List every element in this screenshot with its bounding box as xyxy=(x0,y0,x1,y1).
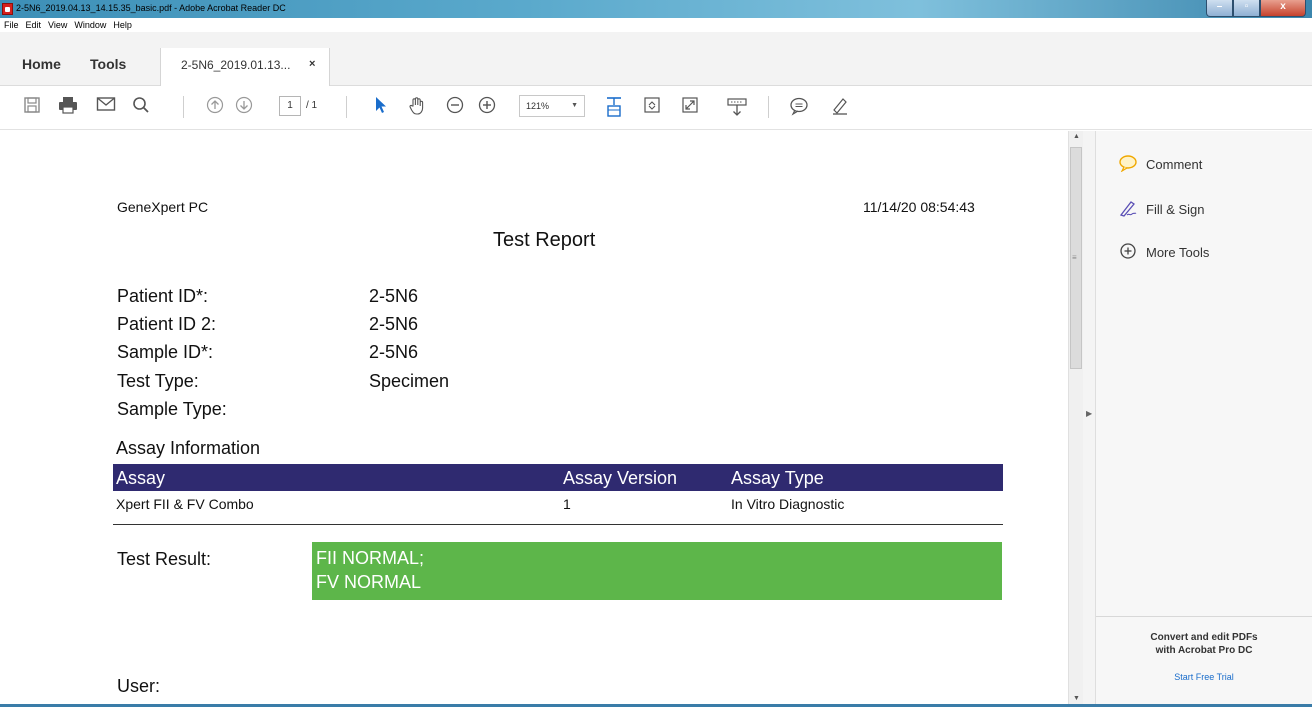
next-page-icon[interactable] xyxy=(233,96,255,118)
field-label: Sample ID*: xyxy=(117,342,214,362)
rotate-view-icon[interactable] xyxy=(641,96,663,118)
assay-col-header: Assay xyxy=(116,468,166,488)
minimize-icon: – xyxy=(1216,1,1223,12)
assay-table-header: Assay Assay Version Assay Type xyxy=(113,464,1003,491)
zoom-select[interactable]: 121% ▼ xyxy=(519,95,585,117)
tools-pane: Comment Fill & Sign More Tools Convert a… xyxy=(1096,131,1312,704)
assay-section-title: Assay Information xyxy=(116,438,261,458)
toolbar-separator xyxy=(768,96,769,118)
menu-bar: File Edit View Window Help xyxy=(0,18,1312,32)
scroll-grip-icon: ≡ xyxy=(1072,253,1077,262)
close-tab-icon[interactable]: × xyxy=(309,58,315,70)
maximize-icon: ▫ xyxy=(1244,1,1249,12)
field-label: Test Type: xyxy=(117,371,199,391)
pdf-page: GeneXpert PC 11/14/20 08:54:43 Test Repo… xyxy=(0,131,1068,704)
email-icon[interactable] xyxy=(95,96,117,118)
full-screen-icon[interactable] xyxy=(679,96,701,118)
pane-item-more-tools[interactable]: More Tools xyxy=(1118,241,1209,263)
acrobat-app-icon xyxy=(2,3,13,15)
chevron-down-icon: ▼ xyxy=(571,102,578,109)
field-value: 2-5N6 xyxy=(369,286,419,306)
pane-item-fill-sign[interactable]: Fill & Sign xyxy=(1118,198,1205,220)
scroll-down-icon[interactable]: ▼ xyxy=(1073,695,1080,702)
maximize-button[interactable]: ▫ xyxy=(1233,0,1260,17)
title-bar: 2-5N6_2019.04.13_14.15.35_basic.pdf - Ad… xyxy=(0,0,1312,18)
tab-document-label: 2-5N6_2019.01.13... xyxy=(181,58,291,72)
vertical-scrollbar[interactable]: ▲ ≡ ▼ xyxy=(1068,131,1083,704)
highlight-pen-icon[interactable] xyxy=(829,96,851,118)
hand-tool-icon[interactable] xyxy=(406,96,428,118)
pane-item-label: More Tools xyxy=(1146,244,1210,260)
table-divider xyxy=(113,524,1003,525)
field-label: Patient ID 2: xyxy=(117,314,217,334)
toolbar xyxy=(0,86,1312,130)
user-label: User: xyxy=(117,676,161,696)
field-label: Patient ID*: xyxy=(117,286,209,306)
start-free-trial-link[interactable]: Start Free Trial xyxy=(1096,672,1312,682)
promo-line-2: with Acrobat Pro DC xyxy=(1155,645,1253,656)
header-timestamp: 11/14/20 08:54:43 xyxy=(863,199,975,215)
close-icon: x xyxy=(1280,1,1286,12)
zoom-value: 121% xyxy=(526,101,550,111)
assay-cell: Xpert FII & FV Combo xyxy=(116,496,254,512)
promo-text: Convert and edit PDFs with Acrobat Pro D… xyxy=(1096,631,1312,657)
result-label: Test Result: xyxy=(117,549,212,569)
select-cursor-icon[interactable] xyxy=(370,96,392,118)
upgrade-promo: Convert and edit PDFs with Acrobat Pro D… xyxy=(1096,616,1312,704)
field-label: Sample Type: xyxy=(117,399,227,419)
tab-tools[interactable]: Tools xyxy=(90,56,126,72)
toolbar-separator xyxy=(346,96,347,118)
window-title: 2-5N6_2019.04.13_14.15.35_basic.pdf - Ad… xyxy=(16,3,286,13)
document-view: GeneXpert PC 11/14/20 08:54:43 Test Repo… xyxy=(0,131,1068,704)
menu-window[interactable]: Window xyxy=(70,18,109,32)
page-number-input[interactable]: 1 xyxy=(279,96,301,116)
toolbar-separator xyxy=(183,96,184,118)
keyboard-scroll-icon[interactable] xyxy=(726,96,748,118)
promo-line-1: Convert and edit PDFs xyxy=(1150,632,1258,643)
assay-col-header: Assay Type xyxy=(731,468,824,488)
window-controls: – ▫ x xyxy=(1206,0,1306,17)
comment-icon[interactable] xyxy=(788,96,810,118)
menu-help[interactable]: Help xyxy=(109,18,135,32)
minimize-button[interactable]: – xyxy=(1206,0,1233,17)
collapse-right-panel-icon[interactable]: ▶ xyxy=(1086,409,1092,418)
close-button[interactable]: x xyxy=(1260,0,1306,17)
fit-page-icon[interactable] xyxy=(603,96,625,118)
zoom-in-icon[interactable] xyxy=(476,96,498,118)
search-icon[interactable] xyxy=(130,96,152,118)
menu-file[interactable]: File xyxy=(0,18,22,32)
header-left: GeneXpert PC xyxy=(117,199,209,215)
pane-item-label: Comment xyxy=(1146,156,1203,172)
comment-icon xyxy=(1118,154,1138,175)
pane-item-comment[interactable]: Comment xyxy=(1118,153,1202,175)
page-total: / 1 xyxy=(306,100,318,111)
print-icon[interactable] xyxy=(57,96,79,118)
tabs-bar: Home Tools 2-5N6_2019.01.13... × xyxy=(0,32,1312,86)
add-circle-icon xyxy=(1118,242,1138,263)
save-icon[interactable] xyxy=(21,96,43,118)
assay-col-header: Assay Version xyxy=(563,468,678,488)
assay-cell: In Vitro Diagnostic xyxy=(731,496,845,512)
right-panel-toggle-strip[interactable]: ▶ xyxy=(1083,131,1096,704)
scroll-up-icon[interactable]: ▲ xyxy=(1073,133,1080,140)
menu-view[interactable]: View xyxy=(44,18,70,32)
menu-edit[interactable]: Edit xyxy=(22,18,45,32)
result-line: FV NORMAL xyxy=(316,572,422,592)
report-title: Test Report xyxy=(493,229,596,251)
test-result-box: FII NORMAL; FV NORMAL xyxy=(312,542,1002,600)
assay-cell: 1 xyxy=(563,496,571,512)
previous-page-icon[interactable] xyxy=(204,96,226,118)
fill-sign-icon xyxy=(1118,199,1138,220)
zoom-out-icon[interactable] xyxy=(444,96,466,118)
result-line: FII NORMAL; xyxy=(316,548,425,568)
field-value: Specimen xyxy=(369,371,450,391)
field-value: 2-5N6 xyxy=(369,314,419,334)
tab-home[interactable]: Home xyxy=(22,56,61,72)
pane-item-label: Fill & Sign xyxy=(1146,201,1205,217)
field-value: 2-5N6 xyxy=(369,342,419,362)
tab-document[interactable]: 2-5N6_2019.01.13... × xyxy=(160,48,330,86)
